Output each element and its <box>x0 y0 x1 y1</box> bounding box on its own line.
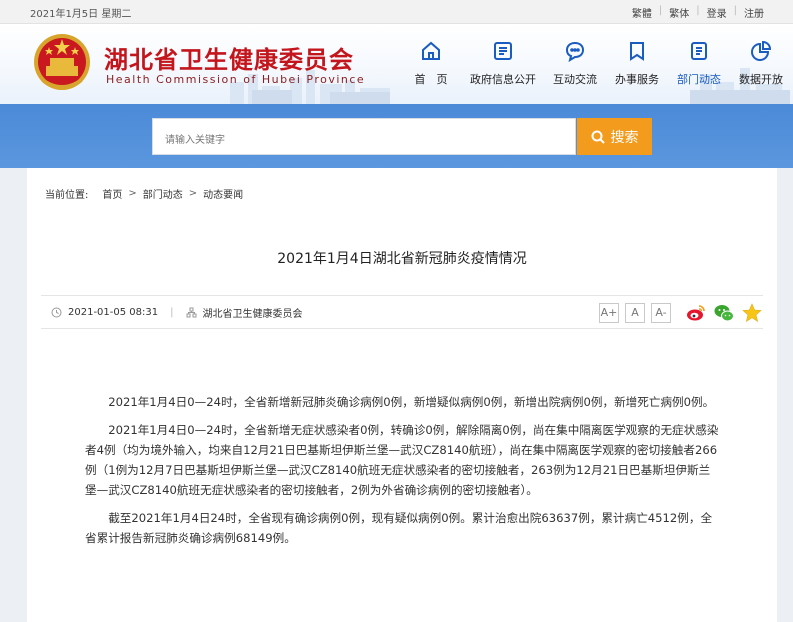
article-paragraph: 2021年1月4日0—24时，全省新增无症状感染者0例，转确诊0例，解除隔离0例… <box>85 423 719 497</box>
article-title: 2021年1月4日湖北省新冠肺炎疫情情况 <box>277 251 527 267</box>
chevron-right-icon: > <box>128 188 137 199</box>
site-subtitle: Health Commission of Hubei Province <box>106 73 366 86</box>
font-increase-button[interactable]: A+ <box>599 303 619 323</box>
breadcrumb-home[interactable]: 首页 <box>102 186 122 201</box>
nav-label: 数据开放 <box>739 73 783 86</box>
traditional-chinese-link[interactable]: 繁體 <box>625 5 659 20</box>
nav-label: 首 页 <box>414 73 448 86</box>
font-default-button[interactable]: A <box>625 303 645 323</box>
search-icon <box>591 130 605 144</box>
home-icon <box>400 38 462 64</box>
nav-interaction[interactable]: 互动交流 <box>544 38 606 98</box>
pie-chart-icon <box>730 38 792 64</box>
nav-open-data[interactable]: 数据开放 <box>730 38 792 98</box>
news-icon <box>668 38 730 64</box>
favorite-star-icon[interactable] <box>741 302 763 324</box>
breadcrumb: 当前位置: 首页 > 部门动态 > 动态要闻 <box>45 186 243 201</box>
nav-label: 政府信息公开 <box>470 73 536 86</box>
font-decrease-button[interactable]: A- <box>651 303 671 323</box>
site-header: 湖北省卫生健康委员会 Health Commission of Hubei Pr… <box>0 24 793 104</box>
site-title[interactable]: 湖北省卫生健康委员会 <box>104 40 354 75</box>
article-paragraph: 2021年1月4日0—24时，全省新增新冠肺炎确诊病例0例，新增疑似病例0例，新… <box>108 395 715 409</box>
current-date: 2021年1月5日 星期二 <box>30 9 132 20</box>
organization-icon <box>186 307 196 318</box>
breadcrumb-label: 当前位置: <box>45 190 89 201</box>
wechat-icon[interactable] <box>713 302 735 324</box>
document-list-icon <box>462 38 544 64</box>
top-links: 繁體 | 繁体 | 登录 | 注册 <box>625 5 771 20</box>
nav-services[interactable]: 办事服务 <box>606 38 668 98</box>
bookmark-icon <box>606 38 668 64</box>
divider: | <box>170 307 174 318</box>
nav-department-news[interactable]: 部门动态 <box>668 38 730 98</box>
simplified-chinese-link[interactable]: 繁体 <box>662 5 696 20</box>
login-link[interactable]: 登录 <box>700 5 734 20</box>
chevron-right-icon: > <box>188 188 198 199</box>
nav-home[interactable]: 首 页 <box>400 38 462 98</box>
article-source: 湖北省卫生健康委员会 <box>202 309 303 320</box>
search-input[interactable]: 请输入关键字 <box>152 118 576 155</box>
weibo-icon[interactable] <box>685 302 707 324</box>
search-button-label: 搜索 <box>610 129 639 146</box>
breadcrumb-department-news[interactable]: 部门动态 <box>143 186 183 201</box>
article-paragraph: 截至2021年1月4日24时，全省现有确诊病例0例，现有疑似病例0例。累计治愈出… <box>85 511 713 545</box>
search-button[interactable]: 搜索 <box>577 118 652 155</box>
article-body: 2021年1月4日0—24时，全省新增新冠肺炎确诊病例0例，新增疑似病例0例，新… <box>85 392 719 556</box>
nav-label: 互动交流 <box>553 73 597 86</box>
search-band: 请输入关键字 搜索 <box>0 104 793 168</box>
register-link[interactable]: 注册 <box>737 5 771 20</box>
national-emblem-logo <box>34 34 90 90</box>
publish-datetime: 2021-01-05 08:31 <box>68 307 159 318</box>
nav-label: 办事服务 <box>615 73 659 86</box>
article-meta: 2021-01-05 08:31 | 湖北省卫生健康委员会 <box>51 305 303 320</box>
article-meta-bar: 2021-01-05 08:31 | 湖北省卫生健康委员会 A+ A A- <box>41 295 763 329</box>
nav-government-info[interactable]: 政府信息公开 <box>462 38 544 98</box>
main-nav: 首 页 政府信息公开 互动交流 办事服务 部门动态 数据开放 <box>400 38 792 98</box>
nav-label: 部门动态 <box>677 73 721 86</box>
chat-bubble-icon <box>544 38 606 64</box>
breadcrumb-news-highlights[interactable]: 动态要闻 <box>203 186 243 201</box>
top-bar: 2021年1月5日 星期二 繁體 | 繁体 | 登录 | 注册 <box>0 0 793 24</box>
clock-icon <box>51 307 62 318</box>
article-card: 当前位置: 首页 > 部门动态 > 动态要闻 2021年1月4日湖北省新冠肺炎疫… <box>27 168 777 622</box>
